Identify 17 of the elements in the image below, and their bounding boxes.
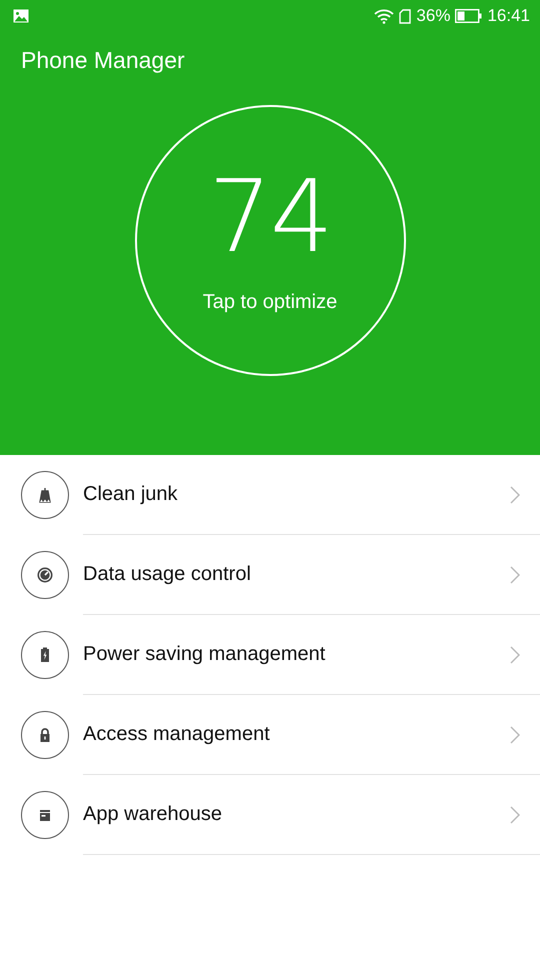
status-time: 16:41 xyxy=(487,6,530,26)
chevron-right-icon xyxy=(510,566,520,584)
menu-item[interactable]: Data usage control xyxy=(83,563,510,586)
image-icon xyxy=(13,9,29,23)
battery-percent: 36% xyxy=(416,6,450,26)
battery-icon xyxy=(455,9,482,23)
chevron-right-icon xyxy=(510,806,520,824)
sim-card-icon xyxy=(399,8,412,24)
menu-item[interactable]: Access management xyxy=(83,723,510,746)
chevron-right-icon xyxy=(510,646,520,664)
menu-item[interactable]: App warehouse xyxy=(83,803,510,826)
wifi-icon xyxy=(374,8,394,24)
app-title: Phone Manager xyxy=(20,46,185,75)
chevron-right-icon xyxy=(510,486,520,504)
menu-item[interactable]: Clean junk xyxy=(83,483,510,506)
chevron-right-icon xyxy=(510,726,520,744)
menu-item[interactable]: Power saving management xyxy=(83,643,510,666)
